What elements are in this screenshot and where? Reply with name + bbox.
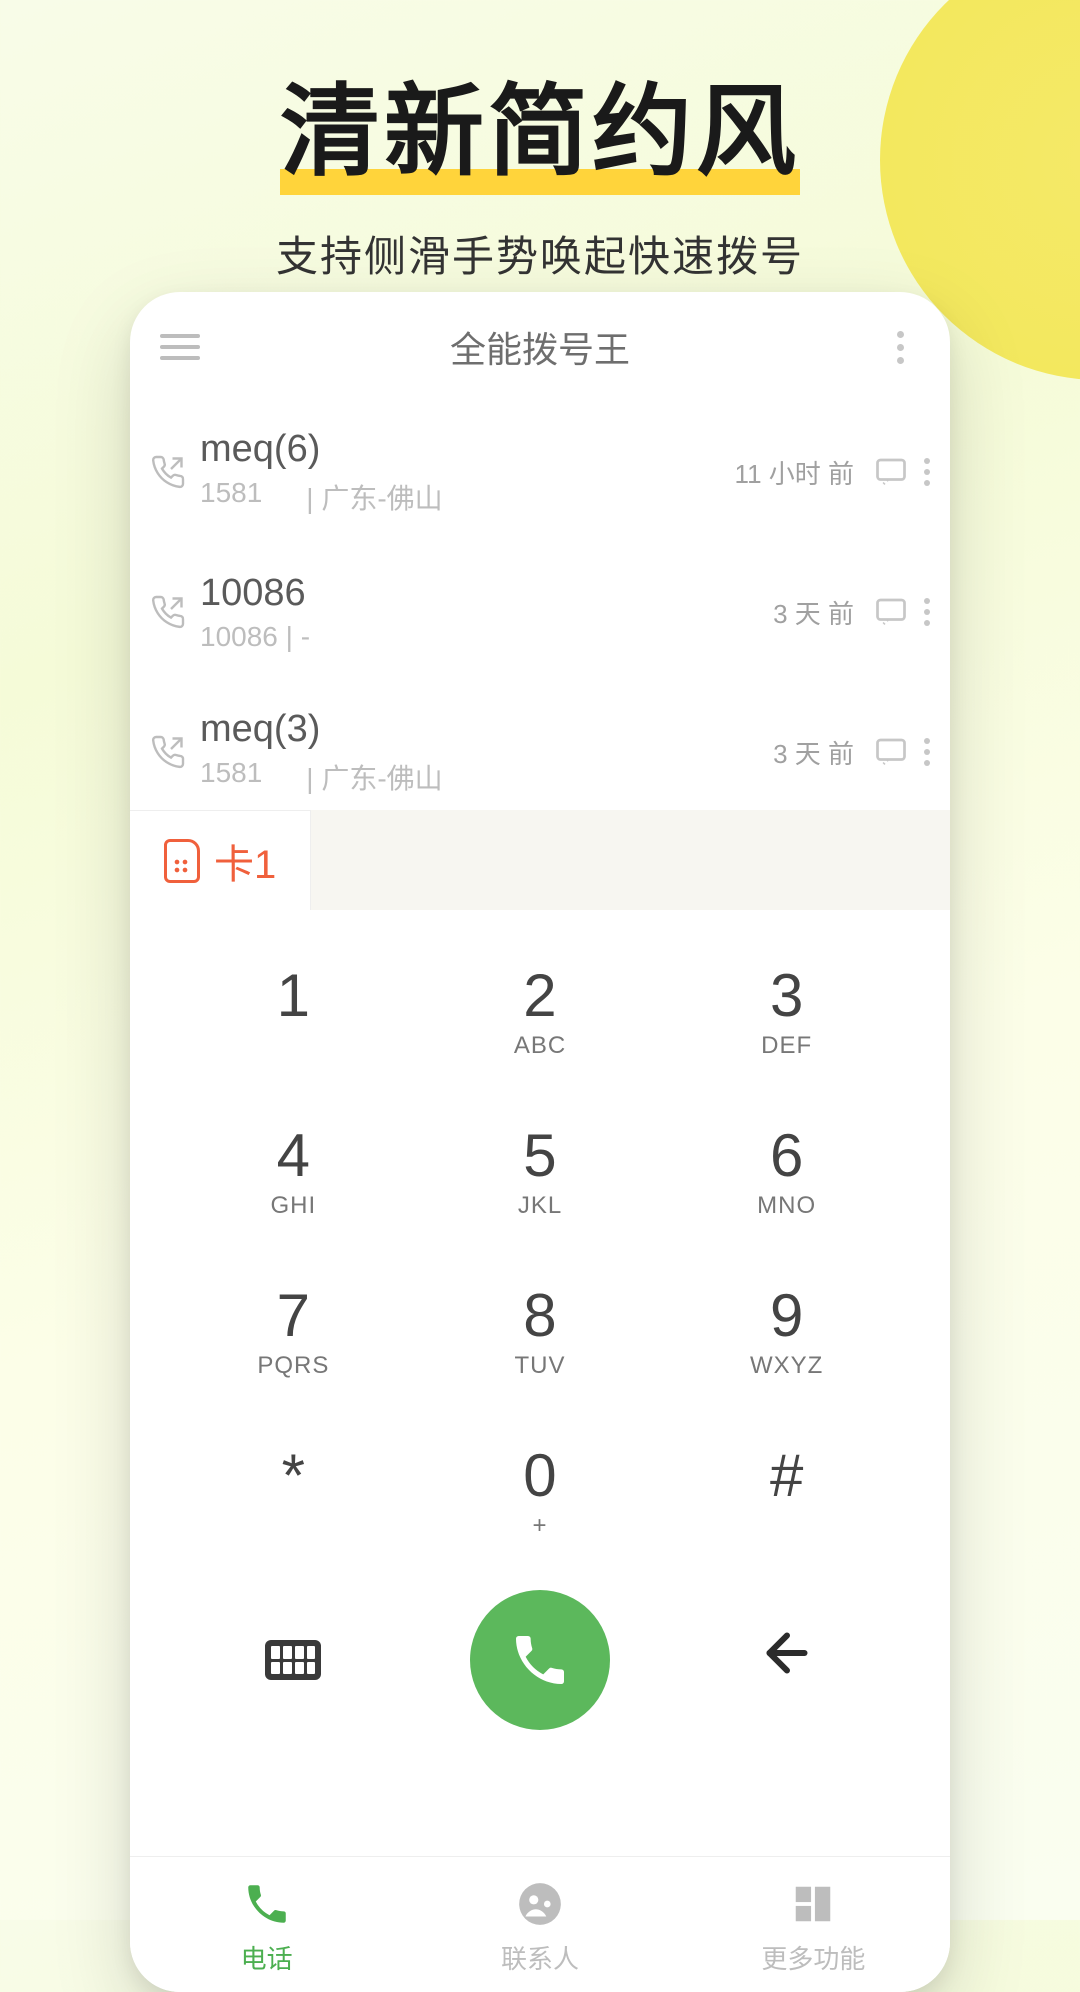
nav-contacts[interactable]: 联系人	[403, 1877, 676, 1976]
phone-icon	[242, 1877, 292, 1931]
sim-tab[interactable]: 卡1	[130, 810, 311, 910]
nav-phone[interactable]: 电话	[130, 1877, 403, 1976]
key-8[interactable]: 8TUV	[417, 1250, 664, 1410]
app-header: 全能拨号王	[130, 292, 950, 402]
key-7[interactable]: 7PQRS	[170, 1250, 417, 1410]
message-icon[interactable]	[870, 734, 912, 770]
call-button[interactable]	[470, 1590, 610, 1730]
call-sub: 1581| 广东-佛山	[200, 757, 773, 797]
key-2[interactable]: 2ABC	[417, 930, 664, 1090]
outgoing-call-icon	[144, 454, 192, 490]
nav-label: 更多功能	[761, 1939, 865, 1976]
call-info: meq(6) 1581| 广东-佛山	[192, 428, 735, 517]
call-sub: 10086 | -	[200, 621, 773, 653]
backspace-icon[interactable]	[757, 1623, 817, 1697]
menu-icon[interactable]	[160, 334, 200, 360]
app-title: 全能拨号王	[200, 321, 880, 373]
call-row[interactable]: meq(6) 1581| 广东-佛山 11 小时 前	[130, 402, 950, 542]
call-time: 11 小时 前	[735, 454, 854, 491]
call-sub: 1581| 广东-佛山	[200, 477, 735, 517]
call-name: meq(3)	[200, 708, 773, 751]
dial-pad: 1 2ABC 3DEF 4GHI 5JKL 6MNO 7PQRS 8TUV 9W…	[130, 910, 950, 1570]
more-options-icon[interactable]	[880, 331, 920, 364]
outgoing-call-icon	[144, 734, 192, 770]
row-options-icon[interactable]	[924, 738, 930, 766]
key-9[interactable]: 9WXYZ	[663, 1250, 910, 1410]
call-row[interactable]: meq(3) 1581| 广东-佛山 3 天 前	[130, 682, 950, 822]
key-6[interactable]: 6MNO	[663, 1090, 910, 1250]
contacts-icon	[515, 1877, 565, 1931]
keyboard-icon[interactable]	[265, 1640, 321, 1680]
bottom-nav: 电话 联系人 更多功能	[130, 1856, 950, 1992]
sim-card-icon	[164, 839, 200, 883]
dial-action-row	[130, 1570, 950, 1760]
call-time: 3 天 前	[773, 734, 854, 771]
call-time: 3 天 前	[773, 594, 854, 631]
key-5[interactable]: 5JKL	[417, 1090, 664, 1250]
call-row[interactable]: 10086 10086 | - 3 天 前	[130, 542, 950, 682]
key-1[interactable]: 1	[170, 930, 417, 1090]
call-info: 10086 10086 | -	[192, 572, 773, 653]
row-options-icon[interactable]	[924, 598, 930, 626]
message-icon[interactable]	[870, 594, 912, 630]
call-name: 10086	[200, 572, 773, 615]
promo-title: 清新简约风	[0, 50, 1080, 195]
message-icon[interactable]	[870, 454, 912, 490]
grid-icon	[790, 1877, 836, 1931]
call-info: meq(3) 1581| 广东-佛山	[192, 708, 773, 797]
key-hash[interactable]: #	[663, 1410, 910, 1570]
call-name: meq(6)	[200, 428, 735, 471]
phone-frame: 全能拨号王 meq(6) 1581| 广东-佛山 11 小时 前 10086	[130, 292, 950, 1992]
key-0[interactable]: 0+	[417, 1410, 664, 1570]
key-star[interactable]: *	[170, 1410, 417, 1570]
nav-label: 联系人	[501, 1939, 579, 1976]
sim-label: 卡1	[214, 832, 276, 890]
nav-more[interactable]: 更多功能	[677, 1877, 950, 1976]
sim-selector-bar: 卡1	[130, 810, 950, 910]
key-4[interactable]: 4GHI	[170, 1090, 417, 1250]
outgoing-call-icon	[144, 594, 192, 630]
row-options-icon[interactable]	[924, 458, 930, 486]
key-3[interactable]: 3DEF	[663, 930, 910, 1090]
nav-label: 电话	[241, 1939, 293, 1976]
